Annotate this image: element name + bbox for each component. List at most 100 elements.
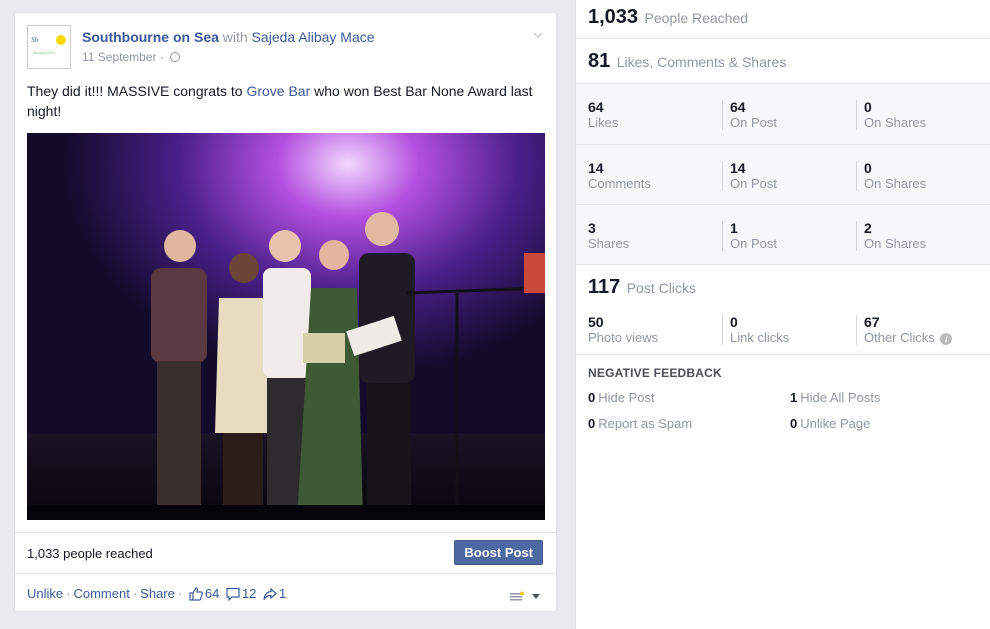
report-spam-value: 0	[588, 416, 596, 431]
shares-on-post: 1	[730, 220, 738, 236]
with-text: with	[222, 29, 248, 45]
avatar-logo-underline: ~~~~~~~	[33, 51, 54, 57]
post-meta: 11 September ·	[82, 50, 181, 64]
engagement-stat: 81 Likes, Comments & Shares	[588, 50, 786, 73]
other-clicks-label-row: Other Clicks i	[864, 330, 953, 346]
people-reached-value: 1,033	[588, 6, 639, 28]
boost-post-button[interactable]: Boost Post	[454, 540, 543, 565]
people-reached-stat: 1,033 People Reached	[588, 6, 748, 29]
likes-count[interactable]: 64	[205, 586, 219, 601]
comments-total: 14	[588, 160, 604, 176]
post-actions: Unlike · Comment · Share · 64 12 1	[27, 586, 544, 604]
people-reached-text[interactable]: 1,033 people reached	[27, 546, 153, 561]
unlike-page-value: 0	[790, 416, 798, 431]
page-name-link[interactable]: Southbourne on Sea	[82, 29, 219, 45]
likes-on-shares-cell: 0 On Shares	[864, 99, 926, 131]
column-divider	[856, 315, 857, 345]
audience-selector-icon[interactable]	[510, 587, 544, 602]
photo-views-label: Photo views	[588, 330, 659, 345]
column-divider	[722, 100, 723, 130]
post-insights-panel: 1,033 People Reached 81 Likes, Comments …	[575, 0, 990, 629]
hide-post-label: Hide Post	[598, 390, 655, 405]
report-spam-stat: 0 Report as Spam	[588, 416, 692, 431]
shares-on-shares-cell: 2 On Shares	[864, 220, 926, 252]
link-clicks-value: 0	[730, 314, 738, 330]
post-text-start: They did it!!! MASSIVE congrats to	[27, 83, 247, 99]
link-clicks-label: Link clicks	[730, 330, 790, 345]
unlike-page-label: Unlike Page	[800, 416, 871, 431]
shares-count[interactable]: 1	[279, 586, 286, 601]
column-divider	[856, 100, 857, 130]
likes-on-post: 64	[730, 99, 746, 115]
hide-post-stat: 0 Hide Post	[588, 390, 655, 405]
shares-on-shares: 2	[864, 220, 872, 236]
hide-all-posts-stat: 1 Hide All Posts	[790, 390, 880, 405]
shares-cell: 3 Shares	[588, 220, 629, 252]
info-icon[interactable]: i	[940, 333, 953, 345]
photo-person-1	[151, 230, 207, 520]
post-message: They did it!!! MASSIVE congrats to Grove…	[27, 81, 537, 121]
shares-total: 3	[588, 220, 596, 236]
column-divider	[856, 221, 857, 251]
post-card: Sb ~~~~~~~ Southbourne on Sea with Sajed…	[14, 12, 557, 612]
share-arrow-icon[interactable]	[263, 587, 277, 601]
separator: ·	[177, 586, 183, 601]
post-clicks-stat: 117 Post Clicks	[588, 276, 696, 299]
other-clicks-label: Other Clicks	[864, 330, 935, 345]
on-shares-label: On Shares	[864, 176, 927, 191]
avatar-logo-mark: Sb	[31, 36, 38, 44]
link-clicks-cell: 0 Link clicks	[730, 314, 789, 346]
post-author-line: Southbourne on Sea with Sajeda Alibay Ma…	[82, 29, 375, 45]
report-spam-label: Report as Spam	[598, 416, 693, 431]
likes-on-shares: 0	[864, 99, 872, 115]
people-reached-label: People Reached	[644, 10, 749, 26]
post-photo[interactable]	[27, 133, 545, 520]
unlike-page-stat: 0 Unlike Page	[790, 416, 870, 431]
grove-bar-link[interactable]: Grove Bar	[246, 83, 310, 99]
on-shares-label: On Shares	[864, 236, 927, 251]
hide-post-value: 0	[588, 390, 596, 405]
post-header: Sb ~~~~~~~ Southbourne on Sea with Sajed…	[27, 25, 544, 69]
divider	[576, 144, 990, 145]
globe-icon[interactable]	[170, 52, 181, 62]
comment-icon[interactable]	[226, 587, 240, 602]
post-clicks-value: 117	[588, 276, 621, 298]
divider	[576, 38, 990, 39]
chevron-down-icon[interactable]	[532, 29, 544, 41]
comments-count[interactable]: 12	[242, 586, 256, 601]
separator: ·	[66, 586, 71, 601]
post-date[interactable]: 11 September	[82, 50, 157, 64]
column-divider	[722, 221, 723, 251]
negative-feedback-title: NEGATIVE FEEDBACK	[588, 366, 722, 380]
on-post-label: On Post	[730, 236, 777, 251]
page-avatar[interactable]: Sb ~~~~~~~	[27, 25, 71, 69]
sun-icon	[56, 35, 66, 45]
column-divider	[722, 161, 723, 191]
tagged-person-link[interactable]: Sajeda Alibay Mace	[252, 29, 375, 45]
hide-all-posts-value: 1	[790, 390, 798, 405]
comment-link[interactable]: Comment	[73, 586, 129, 601]
comments-label: Comments	[588, 176, 651, 191]
divider	[576, 204, 990, 205]
on-post-label: On Post	[730, 176, 777, 191]
meta-dot: ·	[159, 50, 164, 64]
comments-on-post: 14	[730, 160, 746, 176]
other-clicks-value: 67	[864, 314, 880, 330]
shares-on-post-cell: 1 On Post	[730, 220, 777, 252]
unlike-link[interactable]: Unlike	[27, 586, 63, 601]
divider	[576, 354, 990, 355]
comments-on-shares: 0	[864, 160, 872, 176]
hide-all-posts-label: Hide All Posts	[800, 390, 881, 405]
comments-cell: 14 Comments	[588, 160, 651, 192]
other-clicks-cell: 67 Other Clicks i	[864, 314, 953, 346]
column-divider	[722, 315, 723, 345]
share-link[interactable]: Share	[140, 586, 175, 601]
on-post-label: On Post	[730, 115, 777, 130]
likes-total: 64	[588, 99, 604, 115]
on-shares-label: On Shares	[864, 115, 927, 130]
thumbs-up-icon[interactable]	[189, 587, 203, 601]
engagement-label: Likes, Comments & Shares	[616, 54, 787, 70]
likes-label: Likes	[588, 115, 619, 130]
likes-on-post-cell: 64 On Post	[730, 99, 777, 131]
comments-on-post-cell: 14 On Post	[730, 160, 777, 192]
